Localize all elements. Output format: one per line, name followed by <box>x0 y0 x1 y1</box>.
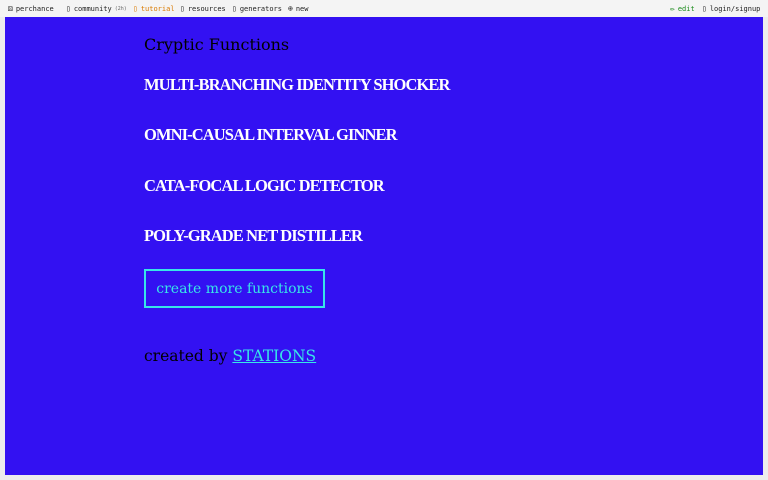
home-link[interactable]: ⚄ perchance <box>8 0 54 17</box>
tutorial-label: tutorial <box>140 4 175 13</box>
credit-line: created by STATIONS <box>144 347 316 365</box>
tutorial-link[interactable]: ▯ tutorial <box>133 0 175 17</box>
resources-link[interactable]: ▯ resources <box>180 0 226 17</box>
login-label: login/signup <box>709 4 761 13</box>
new-label: new <box>295 4 309 13</box>
stations-link[interactable]: STATIONS <box>232 347 316 365</box>
edit-label: edit <box>677 4 695 13</box>
generators-link[interactable]: ▯ generators <box>232 0 282 17</box>
community-icon: ▯ <box>66 4 71 13</box>
dice-icon: ⚄ <box>8 4 13 13</box>
resources-icon: ▯ <box>180 4 185 13</box>
plus-circle-icon: ⊕ <box>288 4 293 13</box>
user-icon: ▯ <box>702 4 707 13</box>
pencil-icon: ✏ <box>670 4 675 13</box>
function-name: OMNI-CAUSAL INTERVAL GINNER <box>144 125 398 144</box>
credit-prefix: created by <box>144 347 228 365</box>
login-link[interactable]: ▯ login/signup <box>702 0 760 17</box>
new-link[interactable]: ⊕ new <box>288 0 308 17</box>
page-title: Cryptic Functions <box>144 35 290 54</box>
top-nav-bar: ⚄ perchance ▯ community (2h) ▯ tutorial … <box>0 0 768 17</box>
tutorial-icon: ▯ <box>133 4 138 13</box>
function-name: CATA-FOCAL LOGIC DETECTOR <box>144 176 385 195</box>
edit-link[interactable]: ✏ edit <box>670 0 695 17</box>
resources-label: resources <box>187 4 226 13</box>
function-name: MULTI-BRANCHING IDENTITY SHOCKER <box>144 75 450 94</box>
create-more-functions-button[interactable]: create more functions <box>144 269 325 308</box>
generator-frame: Cryptic Functions MULTI-BRANCHING IDENTI… <box>5 17 763 475</box>
community-count: (2h) <box>114 5 127 12</box>
community-label: community <box>73 4 112 13</box>
generators-icon: ▯ <box>232 4 237 13</box>
site-name: perchance <box>15 4 54 13</box>
community-link[interactable]: ▯ community (2h) <box>66 0 127 17</box>
generators-label: generators <box>239 4 282 13</box>
function-name: POLY-GRADE NET DISTILLER <box>144 226 363 245</box>
